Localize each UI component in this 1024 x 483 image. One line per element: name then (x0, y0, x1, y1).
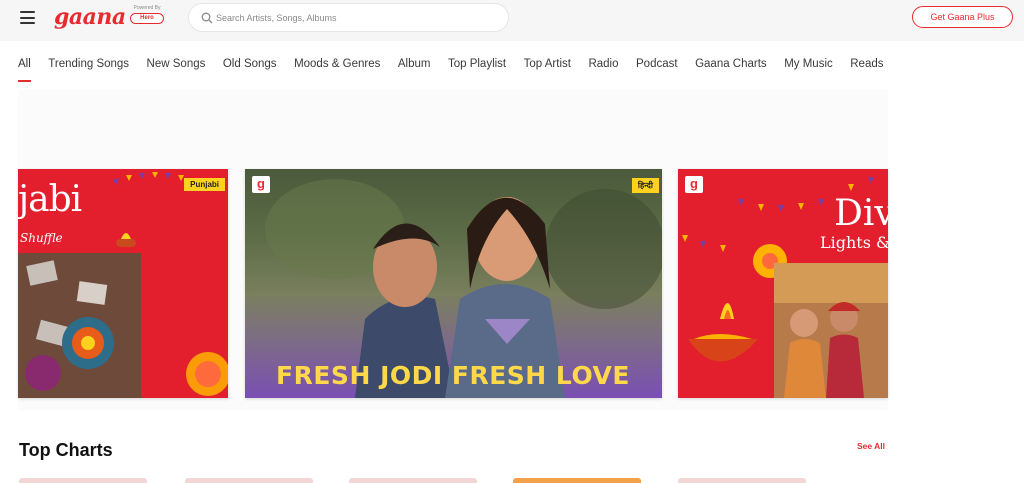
chart-card[interactable] (19, 478, 147, 483)
tab-my-music[interactable]: My Music (784, 58, 833, 76)
tab-top-artist[interactable]: Top Artist (524, 58, 571, 76)
card-title: Div (834, 193, 888, 234)
chart-card[interactable] (185, 478, 313, 483)
card-title: jabi (18, 179, 82, 220)
card-image (18, 253, 141, 398)
tab-reads[interactable]: Reads (850, 58, 883, 76)
see-all-link[interactable]: See All (857, 441, 885, 451)
carousel-card-diwali[interactable]: Div Lights & g (678, 169, 888, 398)
language-tag: हिन्दी (631, 178, 659, 193)
diwali-family-photo (774, 263, 888, 398)
tab-podcast[interactable]: Podcast (636, 58, 678, 76)
tab-radio[interactable]: Radio (588, 58, 618, 76)
category-nav: All Trending Songs New Songs Old Songs M… (18, 58, 901, 82)
tab-top-playlist[interactable]: Top Playlist (448, 58, 506, 76)
card-image (774, 263, 888, 398)
rangoli-artwork (25, 260, 114, 391)
gaana-g-logo-icon: g (252, 176, 270, 193)
powered-by-brand: Hero (130, 13, 164, 24)
powered-by-badge: Powered By Hero (128, 5, 166, 27)
chart-card[interactable] (678, 478, 806, 483)
card-subtitle: Shuffle (20, 231, 63, 245)
tab-old-songs[interactable]: Old Songs (223, 58, 277, 76)
chart-card[interactable] (349, 478, 477, 483)
section-title-top-charts: Top Charts (19, 440, 113, 460)
language-tag: Punjabi (184, 178, 225, 191)
tab-moods-genres[interactable]: Moods & Genres (294, 58, 380, 76)
gaana-g-logo-icon: g (685, 176, 703, 193)
card-headline: FRESH JODI FRESH LOVE (276, 361, 630, 390)
carousel-card-punjabi[interactable]: jabi Shuffle Punjabi (18, 169, 228, 398)
tab-trending-songs[interactable]: Trending Songs (48, 58, 129, 76)
card-subtitle: Lights & (820, 233, 888, 252)
chart-card[interactable] (513, 478, 641, 483)
tab-all[interactable]: All (18, 58, 31, 82)
top-header: gaana Powered By Hero Get Gaana Plus (0, 0, 1024, 41)
carousel-card-fresh-jodi[interactable]: g हिन्दी FRESH JODI FRESH LOVE (245, 169, 662, 398)
search-icon (201, 12, 213, 24)
powered-by-label: Powered By (133, 5, 161, 11)
hamburger-menu-icon[interactable] (20, 11, 35, 24)
get-gaana-plus-button[interactable]: Get Gaana Plus (912, 6, 1013, 28)
tab-gaana-charts[interactable]: Gaana Charts (695, 58, 767, 76)
tab-new-songs[interactable]: New Songs (147, 58, 206, 76)
gaana-logo[interactable]: gaana (54, 4, 126, 30)
tab-album[interactable]: Album (398, 58, 431, 76)
search-bar[interactable] (188, 3, 509, 32)
search-input[interactable] (216, 9, 496, 27)
